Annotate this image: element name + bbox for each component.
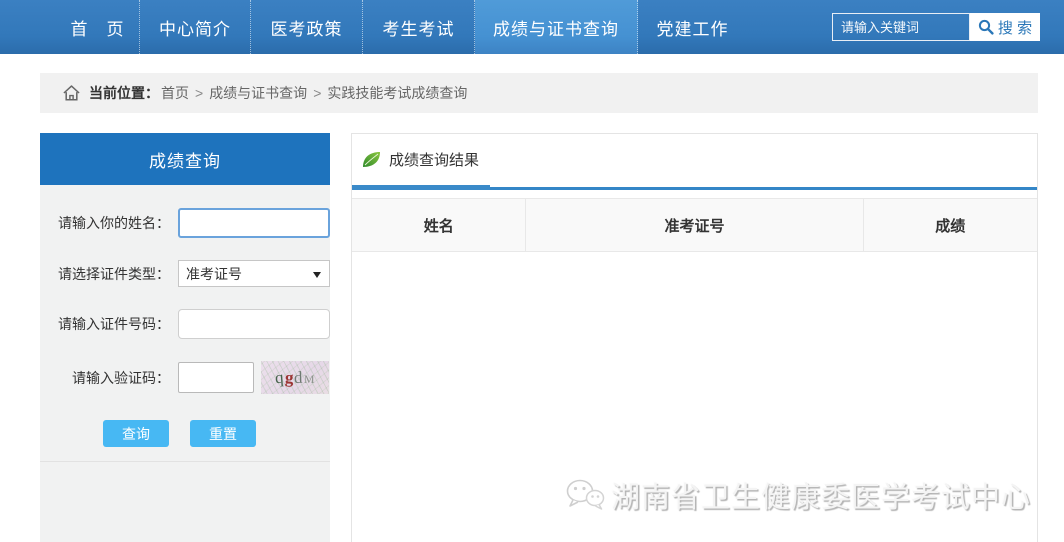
nav-menu: 首 页 中心简介 医考政策 考生考试 成绩与证书查询 党建工作 [56,0,747,54]
col-header-name: 姓名 [352,199,526,252]
breadcrumb-current-page: 实践技能考试成绩查询 [327,83,467,103]
search-icon [978,19,994,35]
captcha-input[interactable] [178,362,254,393]
captcha-char: g [284,367,294,387]
captcha-char: M [304,372,315,387]
name-row: 请输入你的姓名： [40,208,330,238]
tab-title: 成绩查询结果 [389,149,479,170]
page: 首 页 中心简介 医考政策 考生考试 成绩与证书查询 党建工作 搜 索 [0,0,1064,542]
id-type-selected-value: 准考证号 [186,264,242,284]
id-type-row: 请选择证件类型： 准考证号 [40,260,330,287]
nav-item-about[interactable]: 中心简介 [140,0,251,54]
sidebar-divider [40,461,330,462]
nav-item-party[interactable]: 党建工作 [638,0,747,54]
search-input[interactable] [832,13,970,41]
search-button-label: 搜 索 [998,17,1032,38]
captcha-image[interactable]: q g d M [261,361,329,394]
watermark: 湖南省卫生健康委医学考试中心 [565,474,1031,516]
result-panel: 成绩查询结果 姓名 准考证号 成绩 [351,133,1038,542]
nav-item-policy[interactable]: 医考政策 [251,0,363,54]
search-button[interactable]: 搜 索 [970,13,1040,41]
nav-item-home[interactable]: 首 页 [56,0,140,54]
col-header-admission-no: 准考证号 [526,199,863,252]
wechat-icon [565,478,605,512]
id-type-label: 请选择证件类型： [40,264,170,284]
captcha-char: d [294,367,303,387]
form-buttons: 查询 重置 [103,420,330,447]
nav-item-exam[interactable]: 考生考试 [363,0,475,54]
breadcrumb-label: 当前位置： [89,83,159,103]
captcha-char: q [275,367,285,388]
captcha-row: 请输入验证码： q g d M [40,361,330,394]
leaf-icon [362,151,381,168]
breadcrumb: 当前位置： 首页 > 成绩与证书查询 > 实践技能考试成绩查询 [40,73,1038,113]
query-sidebar: 成绩查询 请输入你的姓名： 请选择证件类型： 准考证号 请输入证件号码： 请输入… [40,133,330,542]
breadcrumb-separator: > [313,85,321,101]
name-label: 请输入你的姓名： [40,213,170,233]
tab-underline [352,185,1037,190]
id-number-label: 请输入证件号码： [40,314,170,334]
col-header-score: 成绩 [863,199,1037,252]
top-nav: 首 页 中心简介 医考政策 考生考试 成绩与证书查询 党建工作 搜 索 [0,0,1064,54]
sidebar-title: 成绩查询 [40,133,330,185]
chevron-down-icon [313,272,321,278]
id-number-row: 请输入证件号码： [40,309,330,339]
reset-button[interactable]: 重置 [190,420,256,447]
home-icon [62,84,81,102]
query-form: 请输入你的姓名： 请选择证件类型： 准考证号 请输入证件号码： 请输入验证码： … [40,185,330,462]
breadcrumb-home[interactable]: 首页 [161,83,189,103]
watermark-text: 湖南省卫生健康委医学考试中心 [611,474,1031,516]
result-table: 姓名 准考证号 成绩 [352,198,1037,252]
captcha-label: 请输入验证码： [40,368,170,388]
breadcrumb-separator: > [195,85,203,101]
nav-item-score-query[interactable]: 成绩与证书查询 [475,0,638,54]
nav-search: 搜 索 [832,13,1040,41]
tab-score-result[interactable]: 成绩查询结果 [352,134,1037,185]
id-number-input[interactable] [178,309,330,339]
table-header-row: 姓名 准考证号 成绩 [352,199,1037,252]
breadcrumb-score-query[interactable]: 成绩与证书查询 [209,83,307,103]
id-type-select[interactable]: 准考证号 [178,260,330,287]
name-input[interactable] [178,208,330,238]
query-button[interactable]: 查询 [103,420,169,447]
